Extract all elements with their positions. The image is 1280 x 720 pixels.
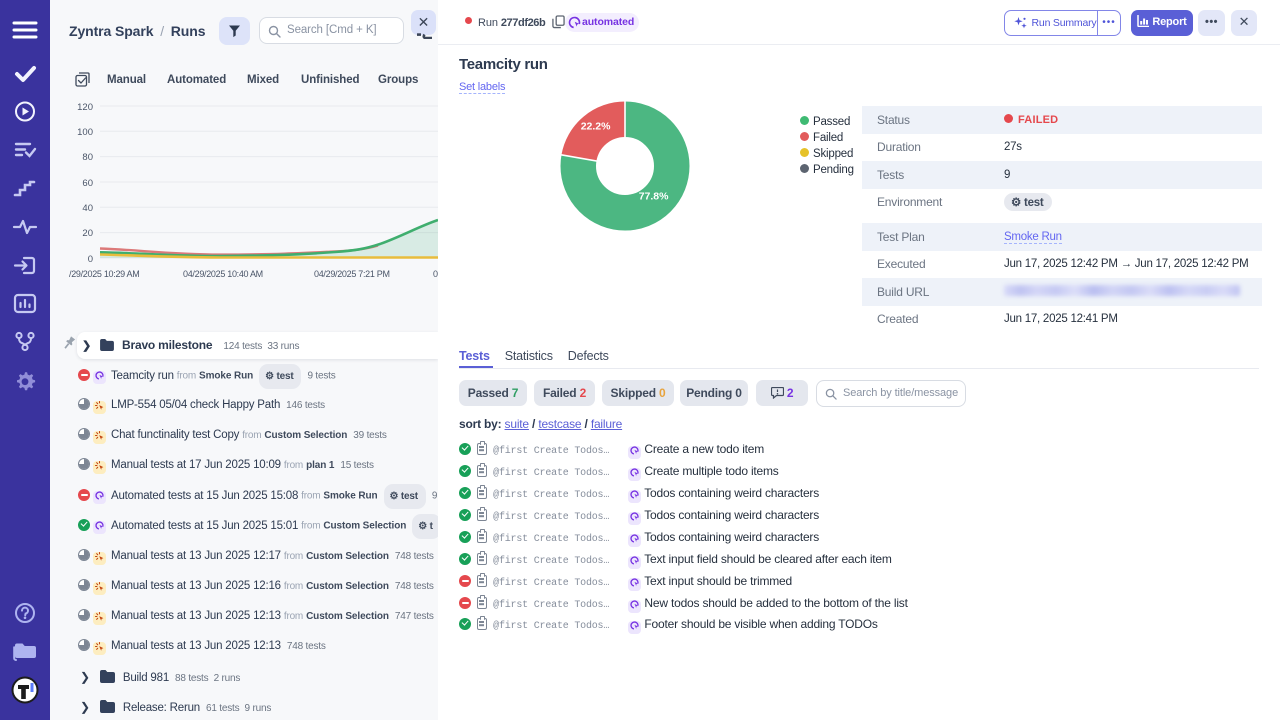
svg-text:77.8%: 77.8% bbox=[639, 191, 669, 203]
svg-text:/29/2025 10:29 AM: /29/2025 10:29 AM bbox=[69, 269, 139, 279]
svg-text:20: 20 bbox=[82, 228, 93, 239]
svg-text:22.2%: 22.2% bbox=[581, 121, 611, 133]
svg-text:04/29/2025 10:40 AM: 04/29/2025 10:40 AM bbox=[183, 269, 263, 279]
svg-text:100: 100 bbox=[77, 127, 93, 138]
svg-text:60: 60 bbox=[82, 178, 93, 189]
svg-text:120: 120 bbox=[77, 102, 93, 113]
svg-text:04/29/2025 7:21 PM: 04/29/2025 7:21 PM bbox=[314, 269, 390, 279]
svg-text:0: 0 bbox=[88, 254, 93, 265]
svg-text:40: 40 bbox=[82, 203, 93, 214]
svg-text:80: 80 bbox=[82, 152, 93, 163]
